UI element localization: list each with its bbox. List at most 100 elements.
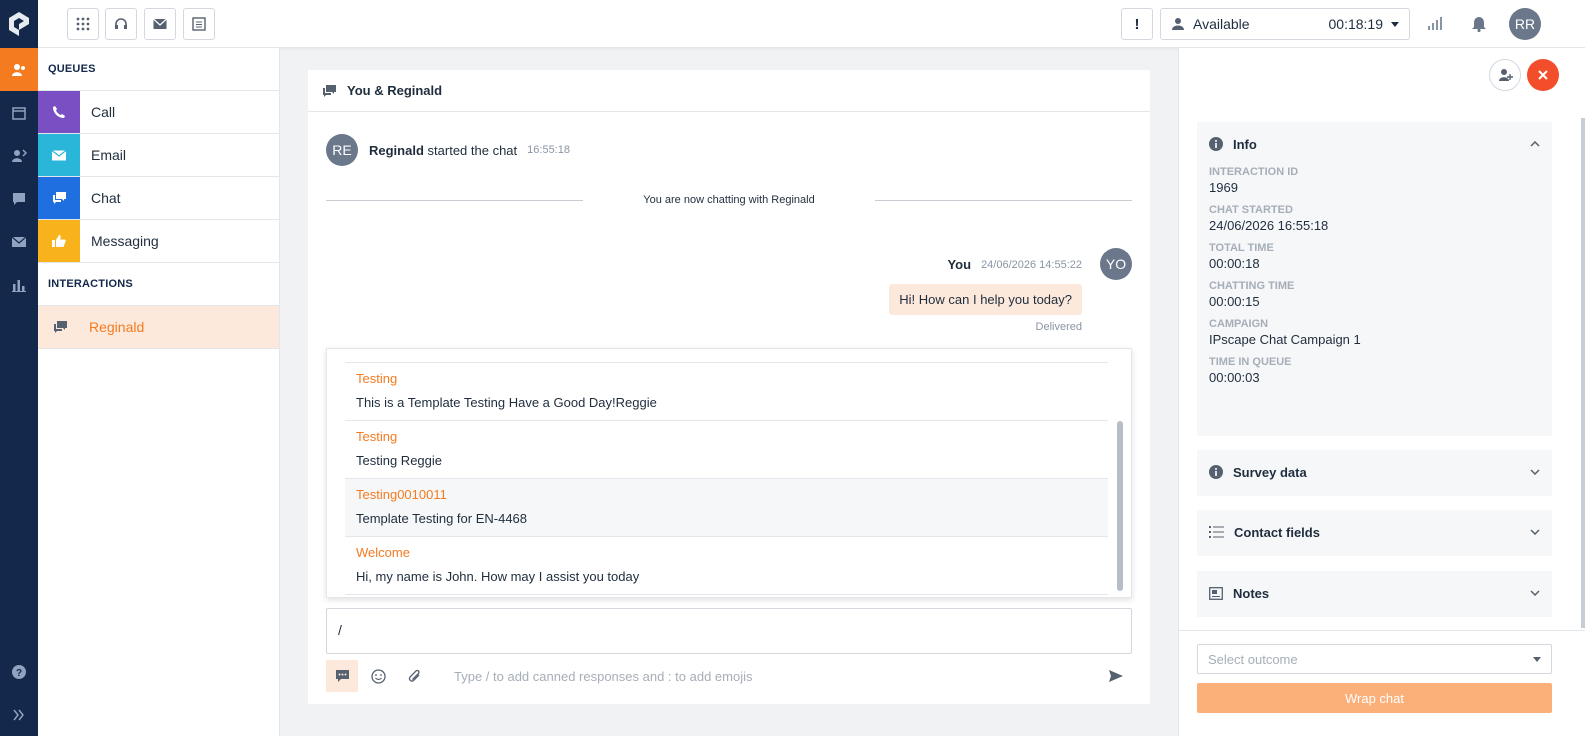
canned-response-icon <box>335 670 349 682</box>
popup-scrollbar[interactable] <box>1117 421 1123 591</box>
notes-button[interactable] <box>183 8 215 40</box>
delivery-status: Delivered <box>1035 321 1082 333</box>
close-icon <box>1538 70 1548 80</box>
customer-name: Reginald <box>369 142 424 158</box>
add-user-icon <box>1498 69 1513 81</box>
info-icon <box>1209 465 1223 479</box>
expand-icon[interactable] <box>0 693 38 736</box>
chat-bubbles-icon <box>38 177 80 219</box>
help-icon[interactable]: ? <box>0 650 38 693</box>
attach-button[interactable] <box>398 660 430 692</box>
outcome-select[interactable]: Select outcome <box>1197 644 1552 674</box>
chat-window: You & Reginald RE Reginald started the c… <box>308 70 1150 704</box>
bell-icon[interactable] <box>1471 15 1487 35</box>
info-field: CHAT STARTED 24/06/2026 16:55:18 <box>1197 204 1552 233</box>
email-nav-icon[interactable] <box>0 220 38 263</box>
queue-email[interactable]: Email <box>38 134 279 177</box>
canned-response-item[interactable]: Testing0010011 Template Testing for EN-4… <box>345 479 1108 537</box>
chat-nav-icon[interactable] <box>0 177 38 220</box>
queue-label: Call <box>91 104 116 120</box>
field-label: CHAT STARTED <box>1209 204 1293 216</box>
status-timer: 00:18:19 <box>1328 16 1384 32</box>
queue-messaging[interactable]: Messaging <box>38 220 279 263</box>
thumbs-up-icon <box>38 220 80 262</box>
canned-responses-button[interactable] <box>326 660 358 692</box>
agent-message-header: You 24/06/2026 14:55:22 <box>947 257 1082 272</box>
field-label: CHATTING TIME <box>1209 280 1295 292</box>
info-field: CAMPAIGN IPscape Chat Campaign 1 <box>1197 318 1552 347</box>
info-field: TIME IN QUEUE 00:00:03 <box>1197 356 1552 385</box>
add-participant-button[interactable] <box>1489 59 1521 91</box>
canned-name: Testing0010011 <box>356 487 447 502</box>
notes-icon <box>1209 586 1223 600</box>
send-icon <box>1109 670 1123 682</box>
canned-response-item[interactable]: Testing Testing Reggie <box>345 421 1108 479</box>
info-field: INTERACTION ID 1969 <box>1197 166 1552 195</box>
queue-call[interactable]: Call <box>38 91 279 134</box>
contact-fields-section[interactable]: Contact fields <box>1197 510 1552 556</box>
canned-name: Testing <box>356 371 398 386</box>
chevron-down-icon <box>1530 529 1540 535</box>
chevron-down-icon <box>1530 469 1540 475</box>
email-button[interactable] <box>144 8 176 40</box>
info-title: Info <box>1233 136 1257 152</box>
alert-button[interactable]: ! <box>1121 8 1153 40</box>
chevron-up-icon <box>1530 141 1540 147</box>
canned-responses-popup: Testing This is a Template Testing Have … <box>326 348 1132 598</box>
interaction-reginald[interactable]: Reginald <box>38 306 279 349</box>
field-label: TIME IN QUEUE <box>1209 356 1292 368</box>
field-label: INTERACTION ID <box>1209 166 1299 178</box>
queue-label: Chat <box>91 190 121 206</box>
chevron-down-icon <box>1530 590 1540 596</box>
emoji-button[interactable] <box>362 660 394 692</box>
chat-bubbles-icon <box>323 84 336 97</box>
field-label: CAMPAIGN <box>1209 318 1269 330</box>
customer-avatar: RE <box>326 134 358 166</box>
info-field: CHATTING TIME 00:00:15 <box>1197 280 1552 309</box>
notes-section[interactable]: Notes <box>1197 571 1552 617</box>
field-value: 00:00:18 <box>1209 256 1260 271</box>
envelope-icon <box>153 18 167 29</box>
agent-message: Hi! How can I help you today? <box>889 284 1082 315</box>
survey-data-section[interactable]: Survey data <box>1197 450 1552 496</box>
queue-chat[interactable]: Chat <box>38 177 279 220</box>
headset-button[interactable] <box>105 8 137 40</box>
send-button[interactable] <box>1100 660 1132 692</box>
section-title: Contact fields <box>1234 524 1320 540</box>
envelope-icon <box>38 134 80 176</box>
paperclip-icon <box>408 669 420 682</box>
queue-label: Messaging <box>91 233 159 249</box>
composer-toolbar: Type / to add canned responses and : to … <box>326 660 1132 692</box>
section-title: Survey data <box>1233 464 1307 480</box>
top-bar: ! Available 00:18:19 RR <box>38 0 1585 48</box>
queues-nav-icon[interactable] <box>0 48 38 91</box>
panel-scrollbar[interactable] <box>1581 118 1585 628</box>
canned-response-item[interactable]: Testing This is a Template Testing Have … <box>345 363 1108 421</box>
list-icon <box>192 17 206 31</box>
details-panel: Info INTERACTION ID 1969 CHAT STARTED 24/0… <box>1178 48 1585 736</box>
app-logo <box>0 0 38 48</box>
smiley-icon <box>370 668 386 684</box>
apps-grid-button[interactable] <box>67 8 99 40</box>
phone-icon <box>38 91 80 133</box>
canned-body: This is a Template Testing Have a Good D… <box>356 395 657 410</box>
info-icon <box>1209 137 1223 151</box>
calendar-nav-icon[interactable] <box>0 91 38 134</box>
wrap-chat-button[interactable]: Wrap chat <box>1197 683 1552 713</box>
canned-response-item[interactable]: Welcome Hi, my name is John. How may I a… <box>345 537 1108 595</box>
agent-status: Available <box>1193 16 1250 32</box>
signal-icon[interactable] <box>1428 16 1442 33</box>
info-header[interactable]: Info <box>1197 122 1552 166</box>
agent-avatar: YO <box>1100 248 1132 280</box>
agent-status-selector[interactable]: Available 00:18:19 <box>1160 8 1410 40</box>
user-avatar[interactable]: RR <box>1509 8 1541 40</box>
queue-label: Email <box>91 147 127 163</box>
field-value: 24/06/2026 16:55:18 <box>1209 218 1329 233</box>
close-chat-button[interactable] <box>1527 59 1559 91</box>
reports-nav-icon[interactable] <box>0 263 38 306</box>
svg-text:?: ? <box>16 668 22 679</box>
chat-title: You & Reginald <box>347 83 443 98</box>
message-input[interactable]: / <box>326 608 1132 654</box>
contact-transfer-nav-icon[interactable] <box>0 134 38 177</box>
field-value: 1969 <box>1209 180 1238 195</box>
